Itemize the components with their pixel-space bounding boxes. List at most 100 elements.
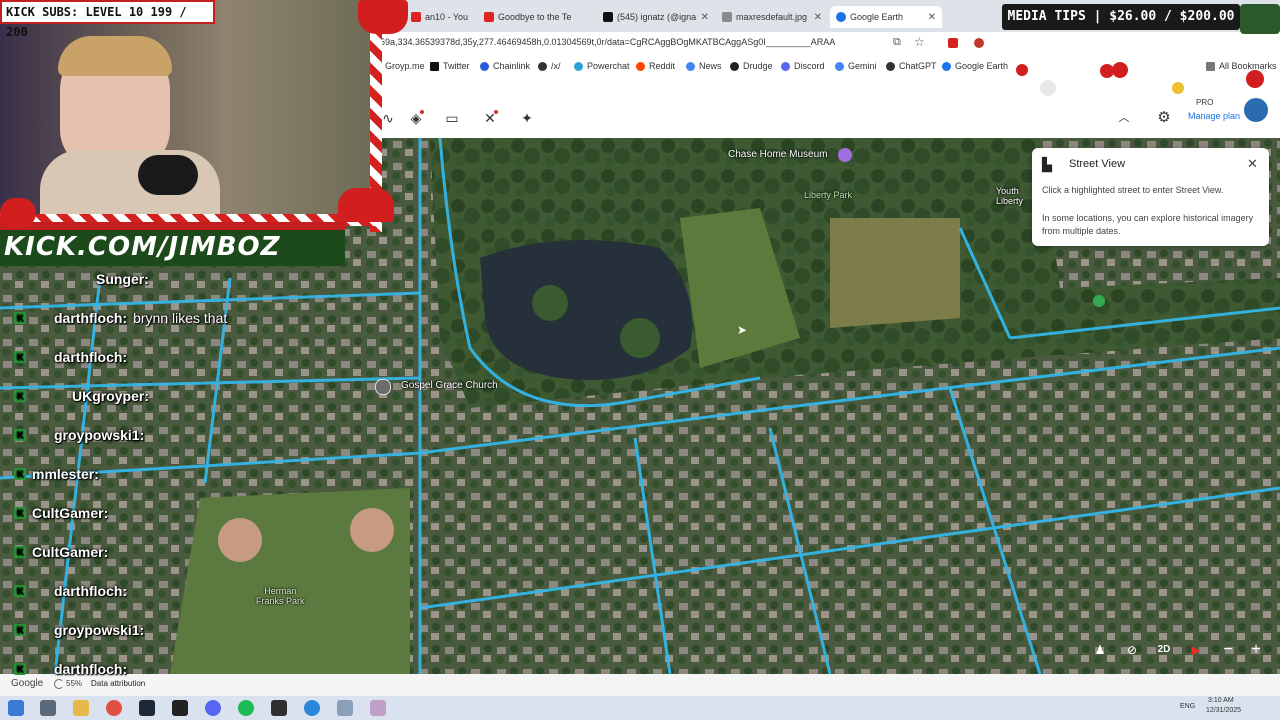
terminal-icon[interactable] <box>172 700 188 716</box>
plan-tier: PRO <box>1196 98 1214 107</box>
chat-username: mmlester: <box>32 466 99 482</box>
map-label-chase-home-museum[interactable]: Chase Home Museum <box>728 149 827 160</box>
spotify-icon[interactable] <box>238 700 254 716</box>
install-icon[interactable]: ⧉ <box>893 36 901 49</box>
browser-tab[interactable]: maxresdefault.jpg ✕ <box>716 6 828 28</box>
file-explorer-icon[interactable] <box>73 700 89 716</box>
pegman-icon[interactable]: ♟ <box>1088 638 1112 662</box>
bookmark-reddit[interactable]: Reddit <box>636 61 675 71</box>
chat-message: Kdarthfloch: <box>14 661 127 677</box>
zoom-out-button[interactable]: − <box>1216 638 1240 662</box>
chat-message: Kdarthfloch: <box>14 349 127 365</box>
tab-label: maxresdefault.jpg <box>736 12 808 22</box>
bookmark-google-earth[interactable]: Google Earth <box>942 61 1008 71</box>
bookmark-chatgpt[interactable]: ChatGPT <box>886 61 937 71</box>
clock-date[interactable]: 12/31/2025 <box>1206 707 1241 714</box>
chat-message: Kdarthfloch: brynn likes that <box>14 310 227 326</box>
steam-icon[interactable] <box>139 700 155 716</box>
extension-icon[interactable] <box>974 38 984 48</box>
app-icon[interactable] <box>337 700 353 716</box>
church-pin-icon[interactable] <box>375 379 391 395</box>
close-icon[interactable]: ✕ <box>814 12 822 23</box>
close-icon[interactable]: ✕ <box>701 12 709 23</box>
obs-icon[interactable] <box>271 700 287 716</box>
browser-tab[interactable]: Goodbye to the Te <box>478 6 596 28</box>
avatar[interactable] <box>1244 98 1268 122</box>
record-icon[interactable]: ▶ <box>1184 638 1208 662</box>
browser-tab[interactable]: (545) ignatz (@igna ✕ <box>597 6 715 28</box>
x-icon <box>603 12 613 22</box>
bookmark-news[interactable]: News <box>686 61 722 71</box>
kick-badge-icon: K <box>14 312 26 324</box>
cursor-icon: ➤ <box>737 323 748 337</box>
clover-icon <box>538 61 547 71</box>
streamer-hair <box>58 36 172 76</box>
street-view-icon: ▙ <box>1042 157 1052 172</box>
chat-message: K CultGamer: <box>14 505 108 521</box>
loading-icon <box>54 679 64 689</box>
map-label-gospel-grace-church[interactable]: Gospel Grace Church <box>401 380 498 391</box>
close-icon[interactable]: ✕ <box>1247 156 1258 172</box>
kick-badge-icon: K <box>14 468 26 480</box>
bookmark-x[interactable]: /x/ <box>538 61 561 71</box>
chat-username: groypowski1: <box>54 427 145 443</box>
chatgpt-icon <box>886 61 895 71</box>
chrome-icon[interactable] <box>106 700 122 716</box>
bookmark-groyp[interactable]: Groyp.me <box>385 61 425 71</box>
load-percent: 55% <box>66 679 83 688</box>
bow-decoration <box>358 0 408 34</box>
chat-username: darthfloch: <box>54 661 128 677</box>
bookmark-discord[interactable]: Discord <box>781 61 825 71</box>
google-earth-icon <box>836 12 846 22</box>
extension-icon[interactable] <box>948 38 958 48</box>
kick-badge-icon: K <box>14 663 26 675</box>
view-mode-toggle[interactable]: 2D <box>1152 638 1176 662</box>
chat-message: K UKgroyper: <box>14 388 149 404</box>
notification-dot <box>420 110 424 114</box>
bookmark-powerchat[interactable]: Powerchat <box>574 61 630 71</box>
app-icon[interactable] <box>370 700 386 716</box>
kick-url-banner: KICK.COM/JIMBOZ <box>0 222 345 266</box>
all-bookmarks[interactable]: All Bookmarks <box>1206 61 1277 71</box>
park-pin-icon[interactable] <box>1093 295 1105 307</box>
chat-text: brynn likes that <box>133 310 228 326</box>
bookmark-chainlink[interactable]: Chainlink <box>480 61 530 71</box>
clock-time[interactable]: 3:10 AM <box>1208 697 1234 704</box>
edge-icon[interactable] <box>304 700 320 716</box>
url-field[interactable]: 59a,334.36539378d,35y,277.46469458h,0.01… <box>380 37 835 47</box>
kick-badge-icon: K <box>14 624 26 636</box>
task-view-icon[interactable] <box>40 700 56 716</box>
data-attribution-link[interactable]: Data attribution <box>91 679 145 688</box>
bookmark-gemini[interactable]: Gemini <box>835 61 877 71</box>
browser-tab[interactable]: an10 - You <box>405 6 477 28</box>
chat-username: Sunger: <box>96 271 149 287</box>
browser-tab-active[interactable]: Google Earth ✕ <box>830 6 942 28</box>
chat-username: CultGamer: <box>32 544 109 560</box>
map-label-liberty-park[interactable]: Liberty Park <box>804 190 852 200</box>
microphone <box>138 155 198 195</box>
close-icon[interactable]: ✕ <box>928 12 936 23</box>
chevron-up-icon[interactable]: ︿ <box>1114 108 1134 128</box>
gear-icon[interactable]: ⚙ <box>1154 108 1174 128</box>
manage-plan-link[interactable]: Manage plan <box>1188 111 1240 121</box>
discord-icon[interactable] <box>205 700 221 716</box>
compass-icon[interactable]: ⊘ <box>1120 638 1144 662</box>
bookmark-drudge[interactable]: Drudge <box>730 61 773 71</box>
sparkle-icon[interactable]: ✦ <box>517 108 537 128</box>
google-logo: Google <box>11 678 44 689</box>
kick-subs-goal: KICK SUBS: LEVEL 10 199 / 200 <box>0 0 215 39</box>
tab-label: Goodbye to the Te <box>498 12 572 22</box>
windows-start-icon[interactable] <box>8 700 24 716</box>
chat-message: Kmmlester: <box>14 466 99 482</box>
museum-pin-icon[interactable] <box>838 148 852 162</box>
bookmark-twitter[interactable]: Twitter <box>430 61 470 71</box>
chat-message: Kgroypowski1: <box>14 622 144 638</box>
zoom-in-button[interactable]: + <box>1244 638 1268 662</box>
ruler-icon[interactable]: ▭ <box>442 108 462 128</box>
map-label-herman-franks-park[interactable]: Herman Franks Park <box>256 586 305 606</box>
drudge-icon <box>730 61 739 71</box>
x-icon <box>430 61 439 71</box>
star-icon[interactable]: ☆ <box>914 35 925 49</box>
language-indicator[interactable]: ENG <box>1180 703 1195 710</box>
map-label-youth-liberty[interactable]: Youth Liberty <box>996 186 1023 206</box>
